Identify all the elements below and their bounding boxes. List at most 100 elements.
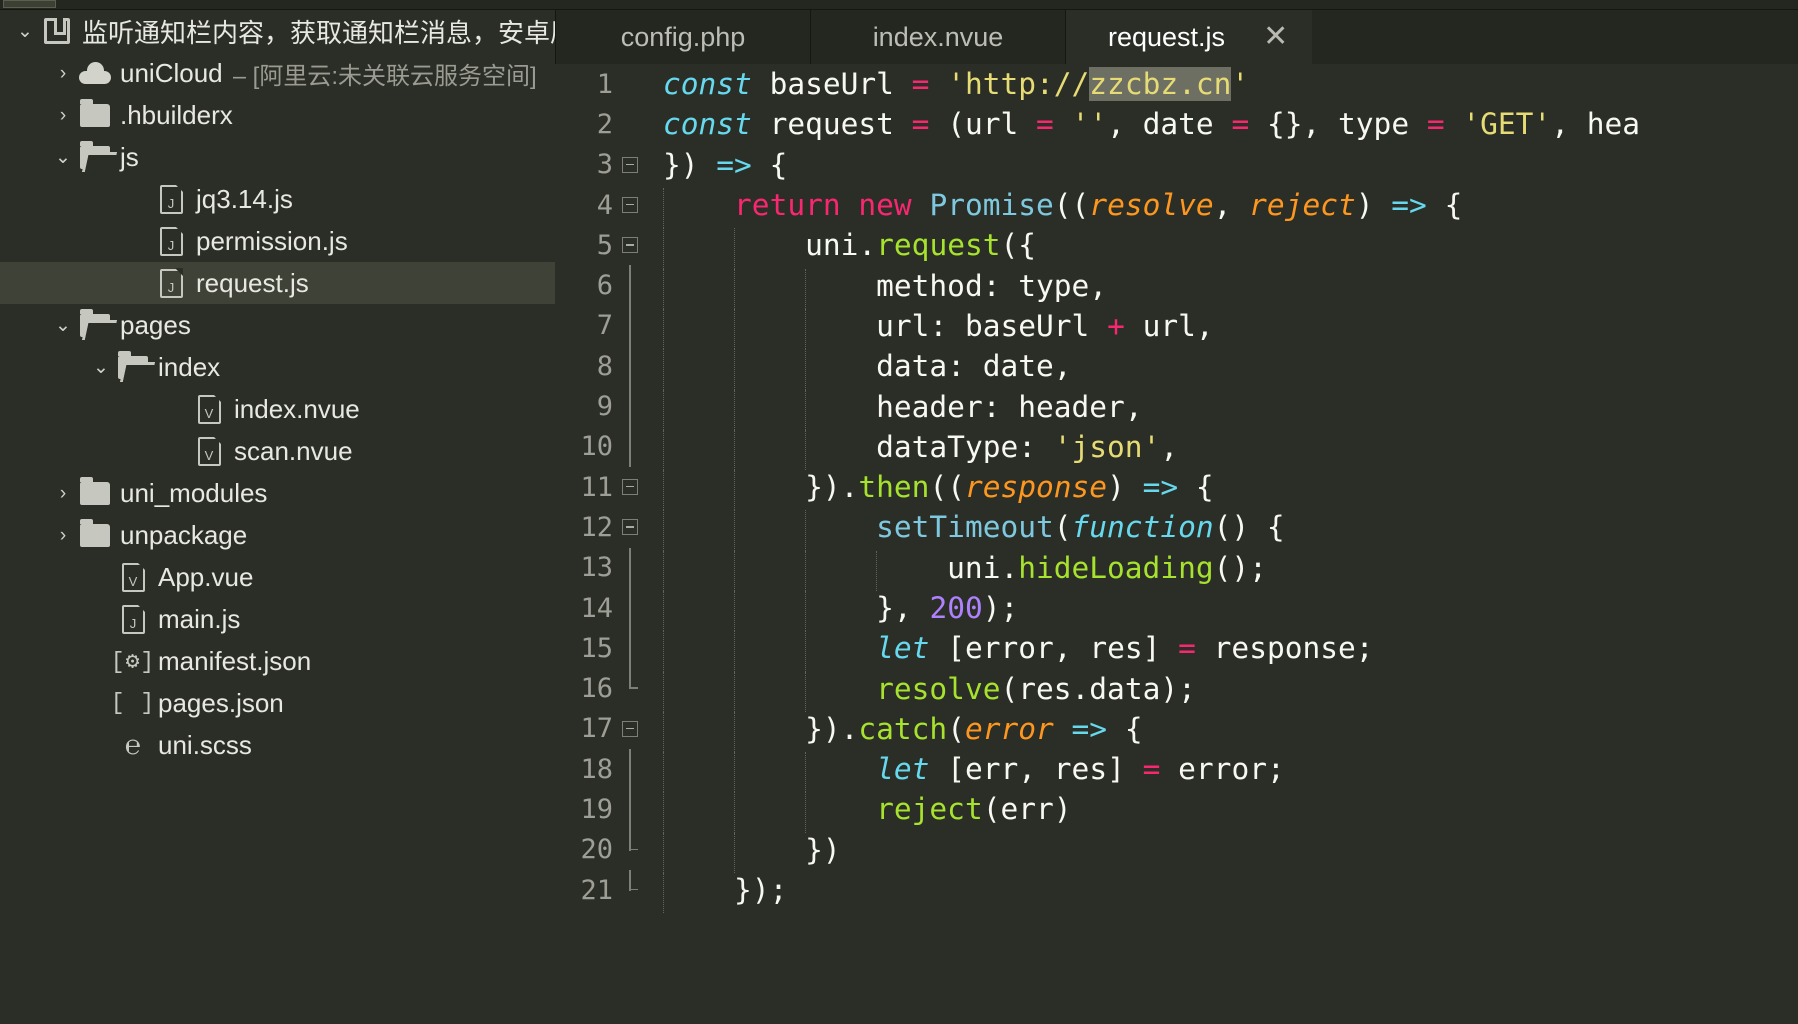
tree-row-label: index.nvue: [234, 394, 360, 425]
tree-row-manifest-json[interactable]: [⚙]manifest.json: [0, 640, 555, 682]
indent-guide: [876, 551, 878, 591]
fold-minus-icon[interactable]: [622, 157, 638, 173]
editor-tab-index-nvue[interactable]: index.nvue: [811, 10, 1066, 64]
code-line[interactable]: 5 uni.request({: [555, 225, 1798, 265]
code-line[interactable]: 9 header: header,: [555, 386, 1798, 426]
tree-row-label: 监听通知栏内容，获取通知栏消息，安卓原…: [82, 13, 555, 50]
fold-minus-icon[interactable]: [622, 197, 638, 213]
code-tokens: const request = (url = '', date = {}, ty…: [663, 107, 1640, 141]
indent-guide: [805, 551, 807, 591]
code-line[interactable]: 6 method: type,: [555, 265, 1798, 305]
code-tokens: });: [663, 873, 787, 907]
code-line[interactable]: 20 }): [555, 830, 1798, 870]
code-line[interactable]: 19 reject(err): [555, 789, 1798, 829]
tree-row-main-js[interactable]: Jmain.js: [0, 598, 555, 640]
tree-row-pages-json[interactable]: [ ]pages.json: [0, 682, 555, 724]
tree-row-label: index: [158, 352, 220, 383]
js-file-icon: J: [154, 184, 188, 214]
code-line[interactable]: 11 }).then((response) => {: [555, 467, 1798, 507]
line-number: 19: [555, 794, 613, 825]
fold-toggle-icon[interactable]: [613, 145, 645, 185]
editor-tab-bar[interactable]: config.php index.nvue request.js✕: [555, 10, 1798, 64]
chevron-down-icon[interactable]: ⌄: [48, 316, 78, 335]
fold-guide-line: [629, 548, 631, 588]
tree-row-label: request.js: [196, 268, 309, 299]
folder-icon: [78, 100, 112, 130]
fold-guide-line: [629, 588, 631, 628]
line-number: 9: [555, 391, 613, 422]
fold-toggle-icon[interactable]: [613, 467, 645, 507]
indent-guide: [734, 309, 736, 349]
vue-file-icon: V: [116, 562, 150, 592]
fold-toggle-icon[interactable]: [613, 709, 645, 749]
code-line[interactable]: 10 dataType: 'json',: [555, 427, 1798, 467]
fold-minus-icon[interactable]: [622, 519, 638, 535]
code-line[interactable]: 21 });: [555, 870, 1798, 910]
folder-icon: [78, 478, 112, 508]
tree-row--hbuilderx[interactable]: ›.hbuilderx: [0, 94, 555, 136]
tree-row-label: App.vue: [158, 562, 253, 593]
chevron-down-icon[interactable]: ⌄: [48, 148, 78, 167]
fold-minus-icon[interactable]: [622, 479, 638, 495]
folder-open-icon: [116, 352, 150, 382]
code-line[interactable]: 7 url: baseUrl + url,: [555, 306, 1798, 346]
code-area[interactable]: 1const baseUrl = 'http://zzcbz.cn'2const…: [555, 64, 1798, 1024]
code-line[interactable]: 16 resolve(res.data);: [555, 668, 1798, 708]
editor-tab-request-js[interactable]: request.js✕: [1066, 10, 1312, 64]
code-line[interactable]: 1const baseUrl = 'http://zzcbz.cn': [555, 64, 1798, 104]
fold-guide: [613, 749, 645, 789]
fold-minus-icon[interactable]: [622, 237, 638, 253]
indent-guide: [663, 390, 665, 430]
tree-row-uni-modules[interactable]: ›uni_modules: [0, 472, 555, 514]
tab-label: index.nvue: [873, 22, 1004, 53]
fold-toggle-icon[interactable]: [613, 225, 645, 265]
code-tokens: url: baseUrl + url,: [663, 309, 1214, 343]
code-line[interactable]: 18 let [err, res] = error;: [555, 749, 1798, 789]
code-line[interactable]: 14 }, 200);: [555, 588, 1798, 628]
project-file-tree[interactable]: ⌄ 监听通知栏内容，获取通知栏消息，安卓原…›uniCloud– [阿里云:未关联…: [0, 10, 555, 766]
code-line[interactable]: 3}) => {: [555, 145, 1798, 185]
sidebar-toolbar-notch[interactable]: [3, 0, 56, 8]
code-line[interactable]: 17 }).catch(error => {: [555, 709, 1798, 749]
tree-row-permission-js[interactable]: Jpermission.js: [0, 220, 555, 262]
fold-guide: [613, 346, 645, 386]
close-icon[interactable]: ✕: [1263, 22, 1288, 52]
fold-toggle-icon[interactable]: [613, 507, 645, 547]
code-tokens: }).then((response) => {: [663, 470, 1214, 504]
fold-toggle-icon[interactable]: [613, 185, 645, 225]
line-number: 11: [555, 472, 613, 503]
code-line[interactable]: 4 return new Promise((resolve, reject) =…: [555, 185, 1798, 225]
code-line-text: }).then((response) => {: [645, 470, 1798, 504]
chevron-right-icon[interactable]: ›: [48, 64, 78, 83]
tree-row-index[interactable]: ⌄ index: [0, 346, 555, 388]
tree-row-js[interactable]: ⌄js: [0, 136, 555, 178]
fold-guide-line: [629, 668, 631, 689]
chevron-right-icon[interactable]: ›: [48, 106, 78, 125]
chevron-down-icon[interactable]: ⌄: [10, 22, 40, 41]
tab-bar-empty-space: [1312, 10, 1798, 64]
tree-row-scan-nvue[interactable]: Vscan.nvue: [0, 430, 555, 472]
tree-row-index-nvue[interactable]: Vindex.nvue: [0, 388, 555, 430]
code-line-text: }).catch(error => {: [645, 712, 1798, 746]
code-line[interactable]: 15 let [error, res] = response;: [555, 628, 1798, 668]
tree-row-unicloud[interactable]: ›uniCloud– [阿里云:未关联云服务空间]: [0, 52, 555, 94]
tree-row-pages[interactable]: ⌄pages: [0, 304, 555, 346]
tree-row-app-vue[interactable]: V App.vue: [0, 556, 555, 598]
code-line[interactable]: 8 data: date,: [555, 346, 1798, 386]
indent-guide: [734, 430, 736, 470]
chevron-right-icon[interactable]: ›: [48, 484, 78, 503]
tree-row-project-root[interactable]: ⌄ 监听通知栏内容，获取通知栏消息，安卓原…: [0, 10, 555, 52]
code-line[interactable]: 13 uni.hideLoading();: [555, 548, 1798, 588]
tree-row-unpackage[interactable]: ›unpackage: [0, 514, 555, 556]
tree-row-uni-scss[interactable]: ℮uni.scss: [0, 724, 555, 766]
code-line[interactable]: 2const request = (url = '', date = {}, t…: [555, 104, 1798, 144]
chevron-down-icon[interactable]: ⌄: [86, 358, 116, 377]
editor-tab-config-php[interactable]: config.php: [555, 10, 811, 64]
tree-row-jq3-14-js[interactable]: Jjq3.14.js: [0, 178, 555, 220]
tree-row-request-js[interactable]: Jrequest.js: [0, 262, 555, 304]
code-line[interactable]: 12 setTimeout(function() {: [555, 507, 1798, 547]
tree-row-label: permission.js: [196, 226, 348, 257]
fold-guide: [613, 265, 645, 305]
chevron-right-icon[interactable]: ›: [48, 526, 78, 545]
fold-minus-icon[interactable]: [622, 721, 638, 737]
